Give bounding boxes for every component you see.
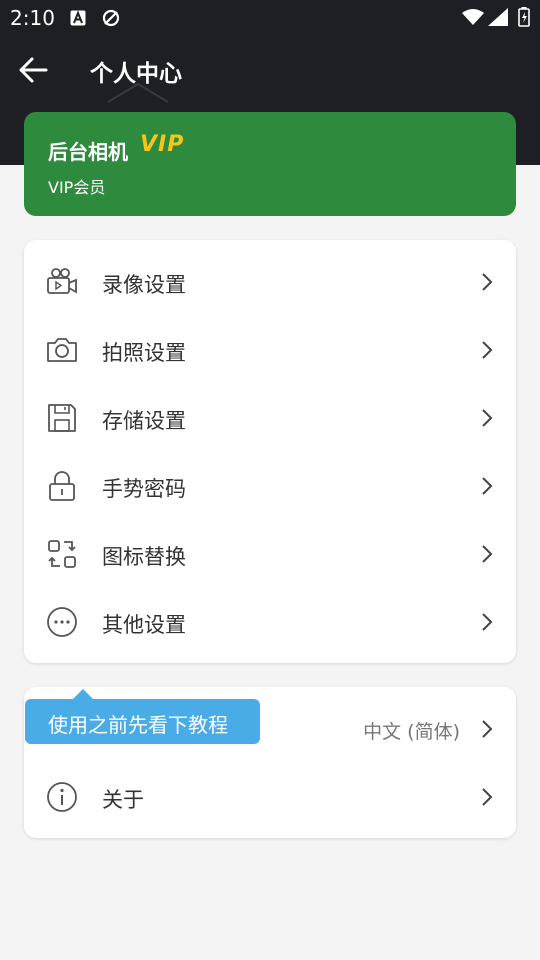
settings-row-label: 录像设置 — [102, 273, 186, 297]
accessibility-a-icon — [70, 10, 86, 26]
wifi-icon — [462, 9, 484, 25]
status-bar: 2:10 — [0, 0, 540, 36]
chevron-right-icon — [482, 341, 493, 359]
settings-row-label: 其他设置 — [102, 613, 186, 637]
chevron-right-icon — [482, 545, 493, 563]
battery-icon — [518, 7, 530, 27]
language-value: 中文 (简体) — [363, 721, 460, 743]
chevron-right-icon — [482, 788, 493, 806]
about-label: 关于 — [102, 788, 144, 812]
settings-row-gesture-password[interactable]: 手势密码 — [24, 452, 516, 520]
more-icon — [47, 607, 77, 637]
chevron-right-icon — [482, 409, 493, 427]
settings-row-photo[interactable]: 拍照设置 — [24, 316, 516, 384]
lock-icon — [49, 471, 75, 501]
chevron-right-icon — [482, 613, 493, 631]
settings-row-storage[interactable]: 存储设置 — [24, 384, 516, 452]
chevron-right-icon — [482, 720, 493, 738]
tutorial-tooltip[interactable]: 使用之前先看下教程 — [25, 699, 260, 744]
swap-icon — [48, 540, 76, 568]
video-camera-icon — [47, 268, 77, 294]
chevron-right-icon — [482, 477, 493, 495]
vip-subtitle: VIP会员 — [48, 178, 106, 197]
settings-row-label: 存储设置 — [102, 409, 186, 433]
settings-row-about[interactable]: 关于 — [24, 763, 516, 831]
settings-row-label: 手势密码 — [102, 477, 186, 501]
settings-card: 录像设置 拍照设置 存储设置 手势密码 图标替换 其他设置 — [24, 240, 516, 663]
camera-icon — [47, 338, 77, 362]
signal-icon — [488, 8, 508, 26]
chevron-right-icon — [482, 273, 493, 291]
save-icon — [48, 404, 76, 432]
vip-app-name: 后台相机 — [48, 140, 128, 164]
back-arrow-icon[interactable] — [14, 52, 54, 88]
vip-card[interactable]: 后台相机 VIP VIP会员 — [24, 112, 516, 216]
status-time: 2:10 — [10, 6, 55, 30]
settings-row-video[interactable]: 录像设置 — [24, 248, 516, 316]
settings-row-icon-replace[interactable]: 图标替换 — [24, 520, 516, 588]
settings-row-label: 图标替换 — [102, 545, 186, 569]
settings-row-other[interactable]: 其他设置 — [24, 588, 516, 656]
sync-off-icon — [102, 9, 120, 27]
vip-badge: VIP — [140, 132, 185, 157]
info-icon — [47, 782, 77, 812]
settings-row-label: 拍照设置 — [102, 341, 186, 365]
